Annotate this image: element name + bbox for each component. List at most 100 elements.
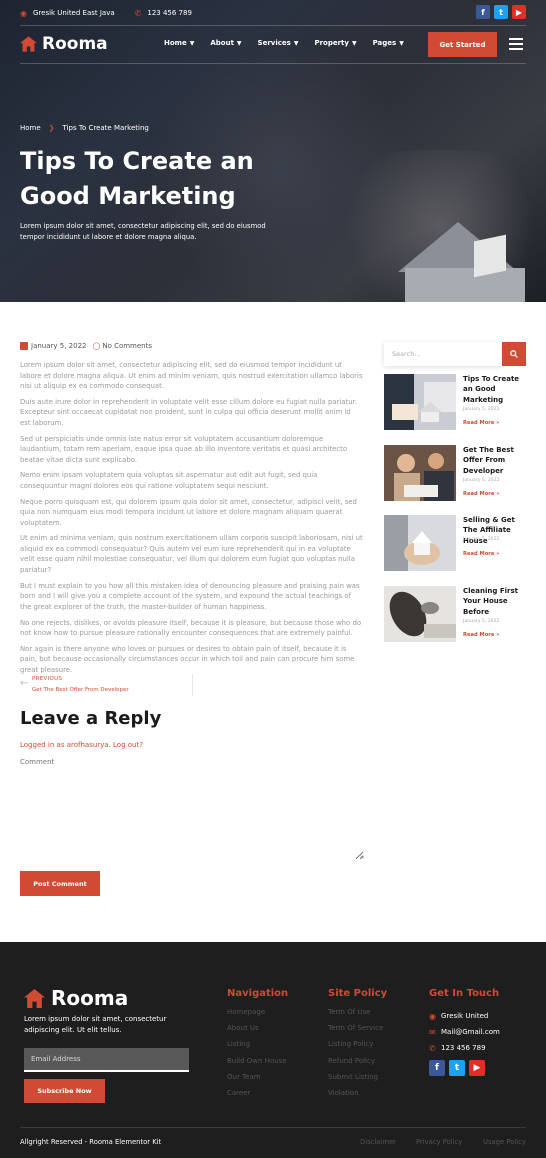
read-more-link[interactable]: Read More »: [463, 420, 500, 426]
recent-post-title[interactable]: Get The Best Offer From Developer: [463, 445, 529, 476]
post-thumbnail[interactable]: [384, 586, 456, 642]
breadcrumb: Home ❯ Tips To Create Marketing: [20, 124, 149, 132]
chevron-down-icon: ▼: [236, 40, 242, 47]
paragraph: Nemo enim ipsam voluptatem quia voluptas…: [20, 471, 318, 490]
footer-link[interactable]: About Us: [227, 1024, 288, 1040]
chevron-down-icon: ▼: [189, 40, 195, 47]
logged-in-link[interactable]: Logged in as arofhasurya. Log out?: [20, 741, 143, 749]
youtube-icon[interactable]: ▶: [469, 1060, 485, 1076]
map-pin-icon: ◉: [429, 1011, 436, 1021]
contact-location: ◉ Gresik United: [429, 1008, 500, 1024]
recent-post-date: January 5, 2022: [463, 537, 500, 542]
nav-item-about[interactable]: About ▼: [210, 39, 241, 47]
footer-link[interactable]: Term Of Service: [328, 1024, 387, 1040]
subscribe-button[interactable]: Subscribe Now: [24, 1079, 105, 1103]
hero-description: Lorem ipsum dolor sit amet, consectetur …: [20, 222, 266, 241]
paragraph: Nor again is there anyone who loves or p…: [20, 644, 355, 674]
get-started-button[interactable]: Get Started: [428, 32, 497, 57]
phone-icon: ✆: [429, 1043, 436, 1053]
chevron-down-icon: ▼: [351, 40, 357, 47]
footer-site-policy: Site Policy Term Of Use Term Of Service …: [328, 988, 387, 1105]
house-model-body: [405, 268, 525, 302]
footer-social-links: f t ▶: [429, 1060, 500, 1076]
recent-post[interactable]: Get The Best Offer From Developer Januar…: [384, 445, 526, 505]
post-thumbnail[interactable]: [384, 374, 456, 430]
recent-post-title[interactable]: Tips To Create an Good Marketing: [463, 374, 529, 405]
footer-link[interactable]: Homepage: [227, 1008, 288, 1024]
footer-link[interactable]: Our Team: [227, 1073, 288, 1089]
post-content: Lorem ipsum dolor sit amet, consectetur …: [20, 360, 363, 681]
search-input[interactable]: Search...: [384, 342, 502, 366]
nav-item-property[interactable]: Property ▼: [314, 39, 356, 47]
footer-link[interactable]: Submit Listing: [328, 1073, 387, 1089]
topbar-divider: [20, 25, 526, 26]
paragraph: Ut enim ad minima veniam, quis nostrum e…: [20, 534, 363, 574]
paragraph: Sed ut perspiciatis unde omnis iste natu…: [20, 434, 348, 464]
facebook-icon[interactable]: f: [476, 5, 490, 19]
footer-link[interactable]: Build Own House: [227, 1057, 288, 1073]
contact-phone[interactable]: ✆ 123 456 789: [429, 1040, 500, 1056]
footer-link[interactable]: Violation: [328, 1089, 387, 1105]
header-divider: [20, 63, 526, 64]
read-more-link[interactable]: Read More »: [463, 491, 500, 497]
footer-link[interactable]: Career: [227, 1089, 288, 1105]
email-field[interactable]: Email Address: [24, 1048, 189, 1072]
brand-name: Rooma: [42, 34, 108, 54]
legal-link[interactable]: Disclaimer: [360, 1138, 416, 1146]
legal-link[interactable]: Privacy Policy: [416, 1138, 483, 1146]
previous-post-link[interactable]: ← PREVIOUS Get The Best Offer From Devel…: [20, 674, 193, 696]
post-date[interactable]: January 5, 2022: [20, 342, 86, 350]
twitter-icon[interactable]: t: [449, 1060, 465, 1076]
arrow-left-icon: ←: [20, 678, 29, 689]
footer-link[interactable]: Refund Policy: [328, 1057, 387, 1073]
top-bar: ◉ Gresik United East Java ✆ 123 456 789 …: [20, 5, 526, 20]
house-model-chimney: [474, 234, 506, 278]
footer-link[interactable]: Listing: [227, 1040, 288, 1056]
post-thumbnail[interactable]: [384, 515, 456, 571]
footer-link[interactable]: Listing Policy: [328, 1040, 387, 1056]
previous-label: PREVIOUS: [32, 676, 63, 682]
nav-label: Pages: [372, 39, 397, 47]
contact-email[interactable]: ✉ Mail@Gmail.com: [429, 1024, 500, 1040]
recent-post[interactable]: Cleaning First Your House Before January…: [384, 586, 526, 646]
recent-post-title[interactable]: Cleaning First Your House Before: [463, 586, 529, 617]
read-more-link[interactable]: Read More »: [463, 551, 500, 557]
breadcrumb-home[interactable]: Home: [20, 124, 41, 132]
footer-heading: Get In Touch: [429, 988, 500, 999]
youtube-icon[interactable]: ▶: [512, 5, 526, 19]
nav-item-home[interactable]: Home ▼: [164, 39, 194, 47]
nav-item-services[interactable]: Services ▼: [258, 39, 299, 47]
footer-heading: Site Policy: [328, 988, 388, 999]
comment-textarea[interactable]: [20, 770, 364, 860]
location-text: Gresik United East Java: [32, 9, 115, 17]
nav-label: Services: [257, 39, 291, 47]
paragraph: Lorem ipsum dolor sit amet, consectetur …: [20, 361, 363, 390]
hamburger-menu-icon[interactable]: [509, 38, 523, 50]
location-info: ◉ Gresik United East Java: [20, 9, 115, 18]
post-comments[interactable]: ◯ No Comments: [92, 342, 152, 350]
recent-post[interactable]: Tips To Create an Good Marketing January…: [384, 374, 526, 434]
resize-grip-icon[interactable]: ⇲: [359, 854, 364, 861]
search-button[interactable]: [502, 342, 526, 366]
footer-link[interactable]: Term Of Use: [328, 1008, 387, 1024]
footer-logo[interactable]: Rooma: [24, 986, 128, 1010]
facebook-icon[interactable]: f: [429, 1060, 445, 1076]
footer-divider: [20, 1127, 526, 1128]
read-more-link[interactable]: Read More »: [463, 632, 500, 638]
contact-text: Mail@Gmail.com: [441, 1028, 500, 1036]
envelope-icon: ✉: [429, 1027, 436, 1037]
chevron-down-icon: ▼: [293, 40, 299, 47]
recent-post-date: January 5, 2022: [463, 619, 500, 624]
footer-description: Lorem ipsum dolor sit amet, consectetur …: [24, 1015, 167, 1034]
nav-label: About: [210, 39, 234, 47]
post-comment-button[interactable]: Post Comment: [20, 871, 100, 896]
twitter-icon[interactable]: t: [494, 5, 508, 19]
comment-label: Comment: [20, 758, 55, 766]
nav-label: Property: [314, 39, 349, 47]
site-logo[interactable]: Rooma: [20, 34, 108, 54]
post-thumbnail[interactable]: [384, 445, 456, 501]
page-title: Tips To Create an Good Marketing: [20, 147, 254, 210]
nav-item-pages[interactable]: Pages ▼: [373, 39, 404, 47]
legal-link[interactable]: Usage Policy: [483, 1138, 526, 1146]
recent-post[interactable]: Selling & Get The Affiliate House Januar…: [384, 515, 526, 575]
